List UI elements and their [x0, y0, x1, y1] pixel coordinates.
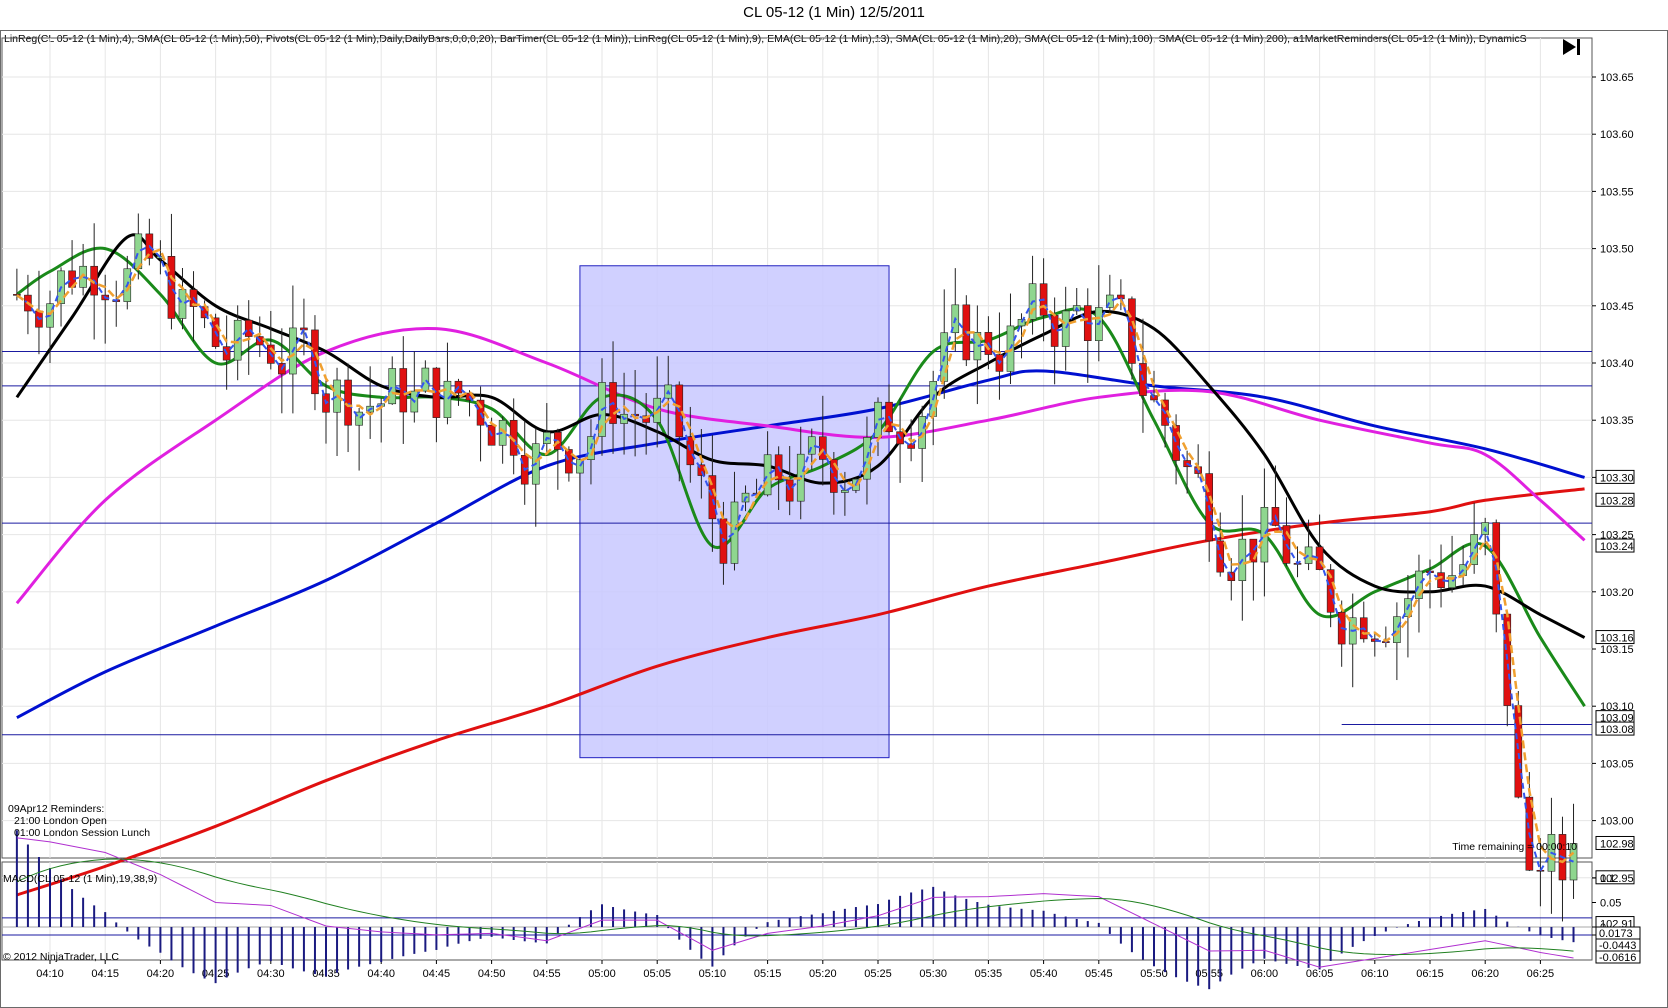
y-tick-label: 103.65: [1600, 72, 1634, 84]
macd-line: [16, 837, 1574, 968]
copyright: © 2012 NinjaTrader, LLC: [3, 951, 119, 963]
chart-canvas[interactable]: 103.65 103.60 103.55 103.50 103.45 103.40 103.…: [0, 0, 1668, 1008]
candle[interactable]: [730, 501, 739, 564]
price-marker-label: 102.98: [1600, 838, 1634, 850]
candle[interactable]: [918, 416, 926, 449]
x-tick-label: 05:45: [1085, 968, 1113, 980]
macd-y-tick-label: 0.1: [1600, 873, 1615, 885]
x-tick-label: 05:10: [699, 968, 727, 980]
x-tick-label: 06:10: [1361, 968, 1389, 980]
x-tick-label: 05:00: [588, 968, 616, 980]
macd-label: MACD(CL 05-12 (1 Min),19,38,9): [3, 873, 157, 885]
macd-marker-label: -0.0616: [1599, 952, 1636, 964]
time-remaining: Time remaining = 00:00:10: [1452, 841, 1577, 853]
x-tick-label: 06:05: [1306, 968, 1334, 980]
candle[interactable]: [344, 379, 352, 426]
macd-panel: 0.10.0500.0173-0.0443-0.0616: [2, 830, 1641, 990]
y-tick-label: 103.55: [1600, 186, 1634, 198]
candle[interactable]: [565, 449, 573, 474]
candle[interactable]: [1172, 425, 1180, 461]
y-tick-label: 103.00: [1600, 816, 1634, 828]
price-marker-label: 103.28: [1600, 495, 1634, 507]
x-tick-label: 05:40: [1030, 968, 1058, 980]
reminder-item: 01:00 London Session Lunch: [14, 827, 150, 839]
macd-marker-label: -0.0443: [1599, 940, 1636, 952]
candle[interactable]: [421, 367, 430, 392]
x-tick-label: 05:25: [864, 968, 892, 980]
y-tick-label: 103.50: [1600, 244, 1634, 256]
candle[interactable]: [399, 368, 408, 413]
candle[interactable]: [443, 380, 452, 418]
price-marker-label: 103.16: [1600, 633, 1634, 645]
candle[interactable]: [1061, 310, 1070, 347]
reminder-item: 21:00 London Open: [14, 815, 107, 827]
x-tick-label: 05:15: [754, 968, 782, 980]
candle[interactable]: [785, 479, 794, 502]
y-tick-label: 103.45: [1600, 301, 1634, 313]
x-tick-label: 04:30: [257, 968, 285, 980]
candle[interactable]: [686, 436, 695, 466]
x-tick-label: 04:15: [91, 968, 119, 980]
x-tick-label: 04:45: [423, 968, 451, 980]
candle[interactable]: [763, 454, 772, 496]
x-tick-label: 06:00: [1251, 968, 1279, 980]
candle[interactable]: [1017, 319, 1026, 327]
candle[interactable]: [1393, 616, 1401, 643]
x-tick-label: 05:30: [919, 968, 947, 980]
x-tick-label: 04:40: [367, 968, 395, 980]
macd-marker-label: 0.0173: [1599, 928, 1633, 940]
price-marker-label: 103.30: [1600, 472, 1634, 484]
candle[interactable]: [818, 436, 827, 460]
macd-y-tick-label: 0.05: [1600, 898, 1621, 910]
y-tick-label: 103.60: [1600, 129, 1634, 141]
x-tick-label: 04:20: [147, 968, 175, 980]
x-tick-label: 06:25: [1527, 968, 1555, 980]
x-tick-label: 05:35: [975, 968, 1003, 980]
y-tick-label: 103.40: [1600, 358, 1634, 370]
candle[interactable]: [388, 368, 397, 405]
reminders-heading: 09Apr12 Reminders:: [8, 803, 104, 815]
y-tick-label: 103.15: [1600, 644, 1634, 656]
candle[interactable]: [244, 319, 253, 337]
price-marker-label: 103.24: [1600, 541, 1634, 553]
price-marker-label: 103.08: [1600, 724, 1634, 736]
go-to-latest-icon[interactable]: [1561, 36, 1583, 58]
x-tick-label: 04:10: [36, 968, 64, 980]
macd-signal-line: [16, 858, 1574, 956]
candle[interactable]: [167, 256, 176, 319]
y-tick-label: 103.05: [1600, 758, 1634, 770]
y-tick-label: 103.20: [1600, 587, 1634, 599]
x-tick-label: 06:20: [1471, 968, 1499, 980]
y-tick-label: 103.35: [1600, 415, 1634, 427]
x-tick-label: 04:50: [478, 968, 506, 980]
candle[interactable]: [178, 289, 187, 319]
x-tick-label: 04:55: [533, 968, 561, 980]
x-tick-label: 06:15: [1416, 968, 1444, 980]
price-axis: 103.65 103.60 103.55 103.50 103.45 103.40 103.…: [1592, 72, 1635, 942]
x-tick-label: 05:05: [643, 968, 671, 980]
x-tick-label: 05:50: [1140, 968, 1168, 980]
x-tick-label: 05:20: [809, 968, 837, 980]
time-axis: 04:1004:1504:2004:2504:3004:3504:4004:45…: [36, 960, 1554, 980]
